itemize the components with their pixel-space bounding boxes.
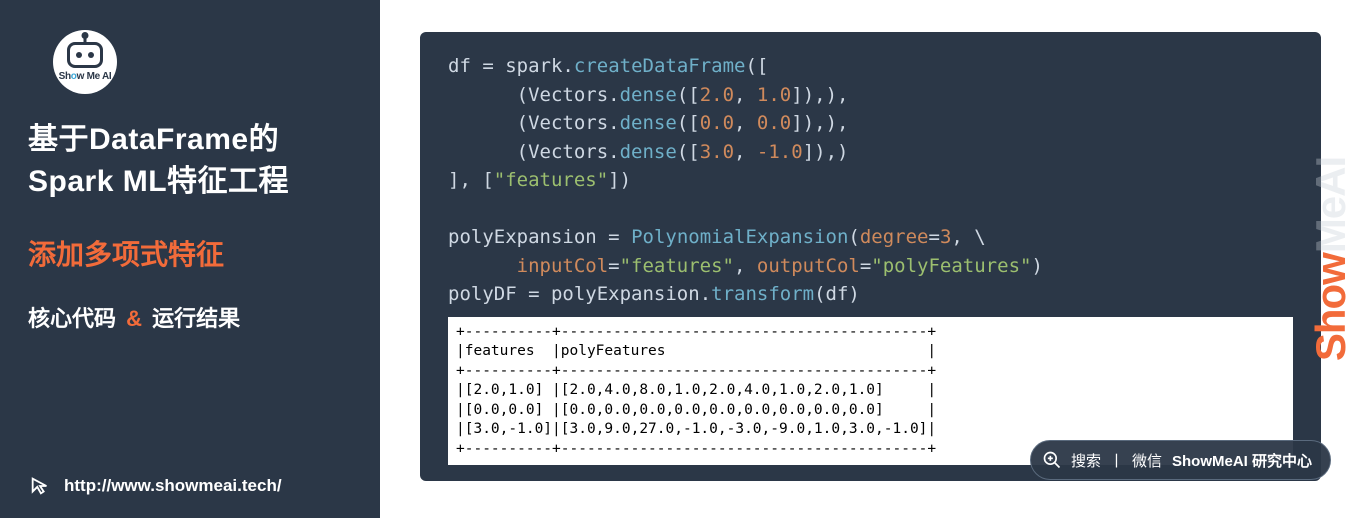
logo-circle: Show Me AI	[53, 30, 117, 94]
pill-strong: ShowMeAI 研究中心	[1172, 450, 1312, 471]
watermark: ShowMeAI	[1307, 157, 1355, 361]
pill-sep: 丨	[1109, 450, 1124, 471]
watermark-part1: Show	[1307, 253, 1354, 361]
desc-left: 核心代码	[28, 306, 116, 331]
watermark-part2: MeAI	[1307, 157, 1354, 253]
desc-amp: &	[126, 306, 142, 331]
search-pill[interactable]: 搜索 丨 微信 ShowMeAI 研究中心	[1030, 440, 1331, 480]
url-text[interactable]: http://www.showmeai.tech/	[64, 476, 282, 496]
description: 核心代码 & 运行结果	[28, 301, 352, 333]
cursor-icon	[28, 474, 52, 498]
logo: Show Me AI	[53, 30, 352, 94]
pill-label2: 微信	[1132, 450, 1162, 471]
robot-icon	[67, 42, 103, 68]
sidebar: Show Me AI 基于DataFrame的 Spark ML特征工程 添加多…	[0, 0, 380, 518]
title-line2: Spark ML特征工程	[28, 165, 289, 198]
url-row: http://www.showmeai.tech/	[28, 474, 352, 498]
desc-right: 运行结果	[152, 306, 240, 331]
pill-label1: 搜索	[1071, 450, 1101, 471]
page-title: 基于DataFrame的 Spark ML特征工程	[28, 119, 352, 203]
title-line1: 基于DataFrame的	[28, 123, 279, 156]
logo-text: Show Me AI	[59, 71, 112, 82]
code-block: df = spark.createDataFrame([ (Vectors.de…	[448, 52, 1293, 309]
subtitle: 添加多项式特征	[28, 233, 352, 273]
code-card: df = spark.createDataFrame([ (Vectors.de…	[420, 32, 1321, 481]
main: df = spark.createDataFrame([ (Vectors.de…	[380, 0, 1361, 518]
search-icon	[1041, 449, 1063, 471]
